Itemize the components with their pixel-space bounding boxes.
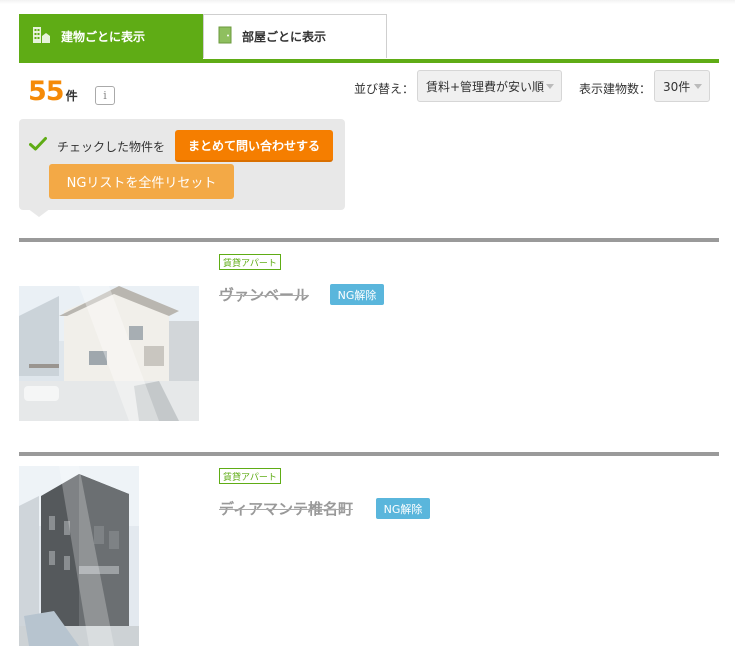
checkmark-icon	[29, 136, 47, 156]
bulk-inquire-button[interactable]: まとめて問い合わせする	[175, 130, 333, 162]
tab-by-room-label: 部屋ごとに表示	[242, 30, 327, 44]
tab-by-building[interactable]: 建物ごとに表示	[19, 14, 203, 59]
listing-photo[interactable]	[19, 286, 199, 421]
per-page-select[interactable]: 30件	[654, 70, 710, 102]
chevron-down-icon	[694, 84, 702, 89]
ng-list-reset-button[interactable]: NGリストを全件リセット	[49, 164, 234, 199]
bulk-action-panel-tail	[27, 208, 51, 217]
listing-photo[interactable]	[19, 466, 139, 646]
tab-underline	[19, 59, 719, 63]
per-page-label: 表示建物数：	[579, 82, 652, 96]
checked-items-label: チェックした物件を	[57, 140, 166, 154]
ng-release-button[interactable]: NG解除	[376, 498, 430, 519]
listing-divider	[19, 238, 719, 242]
result-count: 55 件	[28, 76, 78, 107]
property-name[interactable]: ヴァンベール	[219, 284, 309, 305]
per-page-select-value: 30件	[663, 79, 691, 94]
building-icon	[31, 25, 51, 48]
property-name[interactable]: ディアマンテ椎名町	[219, 498, 353, 519]
listing-divider	[19, 452, 719, 456]
sort-select[interactable]: 賃料+管理費が安い順	[417, 70, 562, 102]
sort-select-value: 賃料+管理費が安い順	[426, 79, 545, 94]
info-icon[interactable]: i	[95, 86, 115, 105]
tab-by-room[interactable]: 部屋ごとに表示	[203, 14, 387, 58]
chevron-down-icon	[546, 84, 554, 89]
property-type-badge: 賃貸アパート	[219, 468, 281, 484]
property-type-badge: 賃貸アパート	[219, 254, 281, 270]
page: 建物ごとに表示 部屋ごとに表示 55 件 i 並び替え： 賃料+管理費が安い順 …	[0, 0, 735, 655]
result-count-unit: 件	[65, 89, 78, 103]
view-tabs: 建物ごとに表示 部屋ごとに表示	[19, 14, 719, 63]
ng-release-button[interactable]: NG解除	[330, 284, 384, 305]
door-icon	[218, 26, 232, 47]
sort-label: 並び替え：	[354, 82, 415, 96]
tab-by-building-label: 建物ごとに表示	[61, 30, 146, 44]
result-count-number: 55	[28, 76, 65, 107]
top-shadow	[0, 0, 735, 4]
